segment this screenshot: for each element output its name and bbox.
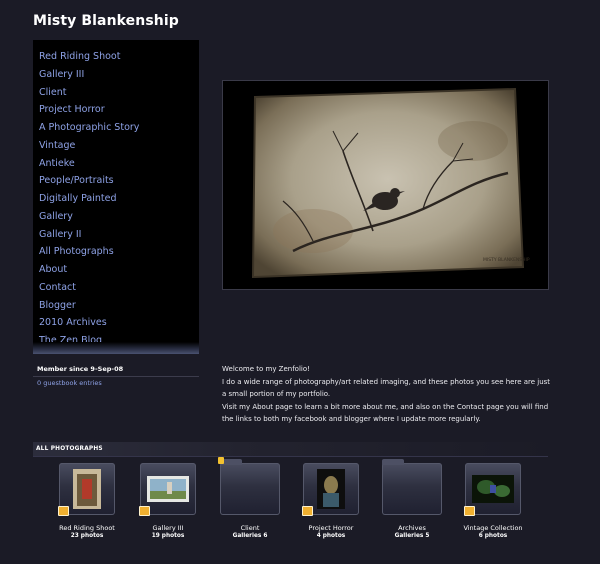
thumbnail-image	[472, 475, 514, 503]
thumbnail-image	[73, 469, 101, 509]
gallery-count: 23 photos	[70, 533, 104, 539]
gallery-title[interactable]: Gallery III	[123, 524, 213, 532]
nav-item-client[interactable]: Client	[39, 84, 139, 102]
gallery-thumbnail[interactable]	[139, 463, 196, 516]
nav-item-gallery-iii[interactable]: Gallery III	[39, 66, 139, 84]
gallery-title[interactable]: Project Horror	[286, 524, 376, 532]
gallery-title[interactable]: Archives	[367, 524, 457, 532]
lock-icon	[218, 457, 224, 464]
nav-fade	[33, 342, 199, 354]
gallery-count: 19 photos	[151, 533, 185, 539]
gallery-folder-client[interactable]: Client Galleries 6	[205, 457, 295, 539]
gallery-count: 6 photos	[478, 533, 508, 539]
nav-item-project-horror[interactable]: Project Horror	[39, 101, 139, 119]
section-label: ALL PHOTOGRAPHS	[36, 446, 103, 452]
guestbook-link[interactable]: 0 guestbook entries	[33, 379, 199, 387]
nav-item-a-photographic-story[interactable]: A Photographic Story	[39, 119, 139, 137]
member-info: Member since 9-Sep-08 0 guestbook entrie…	[33, 362, 199, 387]
folder-icon	[382, 459, 404, 465]
folder-thumbnail[interactable]	[218, 457, 280, 515]
member-since: Member since 9-Sep-08	[37, 365, 124, 373]
thumbnail-image	[317, 469, 345, 509]
gallery-count: 4 photos	[316, 533, 346, 539]
folder-thumbnail[interactable]	[382, 459, 442, 515]
featured-photo-frame: MISTY BLANKENSHIP	[222, 80, 549, 290]
site-title: Misty Blankenship	[33, 13, 179, 29]
welcome-heading: Welcome to my Zenfolio!	[222, 365, 310, 373]
welcome-paragraph-1: I do a wide range of photography/art rel…	[222, 377, 551, 399]
nav-item-contact[interactable]: Contact	[39, 279, 139, 297]
gallery-thumbnail[interactable]	[58, 463, 115, 516]
nav-item-all-photographs[interactable]: All Photographs	[39, 243, 139, 261]
photo-stack-icon	[464, 506, 475, 516]
nav-item-digitally-painted[interactable]: Digitally Painted	[39, 190, 139, 208]
nav-item-2010-archives[interactable]: 2010 Archives	[39, 314, 139, 332]
photo-stack-icon	[139, 506, 150, 516]
nav-item-gallery[interactable]: Gallery	[39, 208, 139, 226]
gallery-tile-red-riding-shoot[interactable]: Red Riding Shoot 23 photos	[42, 463, 132, 539]
photo-watermark: MISTY BLANKENSHIP	[483, 257, 530, 263]
photo-stack-icon	[58, 506, 69, 516]
nav-item-vintage[interactable]: Vintage	[39, 137, 139, 155]
sidebar-nav: Red Riding Shoot Gallery III Client Proj…	[33, 40, 199, 354]
welcome-paragraph-2: Visit my About page to learn a bit more …	[222, 402, 549, 424]
section-header: ALL PHOTOGRAPHS	[33, 442, 548, 457]
divider	[33, 376, 199, 377]
nav-item-red-riding-shoot[interactable]: Red Riding Shoot	[39, 48, 139, 66]
gallery-tile-project-horror[interactable]: Project Horror 4 photos	[286, 463, 376, 539]
nav-item-people-portraits[interactable]: People/Portraits	[39, 172, 139, 190]
gallery-thumbnail[interactable]	[464, 463, 521, 516]
gallery-folder-archives[interactable]: Archives Galleries 5	[367, 459, 457, 539]
gallery-title[interactable]: Client	[205, 524, 295, 532]
gallery-tile-gallery-iii[interactable]: Gallery III 19 photos	[123, 463, 213, 539]
gallery-title[interactable]: Red Riding Shoot	[42, 524, 132, 532]
gallery-count: Galleries 6	[232, 533, 268, 539]
nav-item-gallery-ii[interactable]: Gallery II	[39, 226, 139, 244]
gallery-thumbnail[interactable]	[302, 463, 359, 516]
gallery-count: Galleries 5	[394, 533, 430, 539]
welcome-text: Welcome to my Zenfolio! I do a wide rang…	[222, 363, 552, 426]
featured-photo[interactable]: MISTY BLANKENSHIP	[223, 81, 548, 289]
nav-list: Red Riding Shoot Gallery III Client Proj…	[39, 48, 139, 350]
nav-item-antieke[interactable]: Antieke	[39, 155, 139, 173]
nav-item-blogger[interactable]: Blogger	[39, 297, 139, 315]
photo-stack-icon	[302, 506, 313, 516]
gallery-title[interactable]: Vintage Collection	[448, 524, 538, 532]
nav-item-about[interactable]: About	[39, 261, 139, 279]
gallery-tile-vintage-collection[interactable]: Vintage Collection 6 photos	[448, 463, 538, 539]
thumbnail-image	[147, 476, 189, 502]
